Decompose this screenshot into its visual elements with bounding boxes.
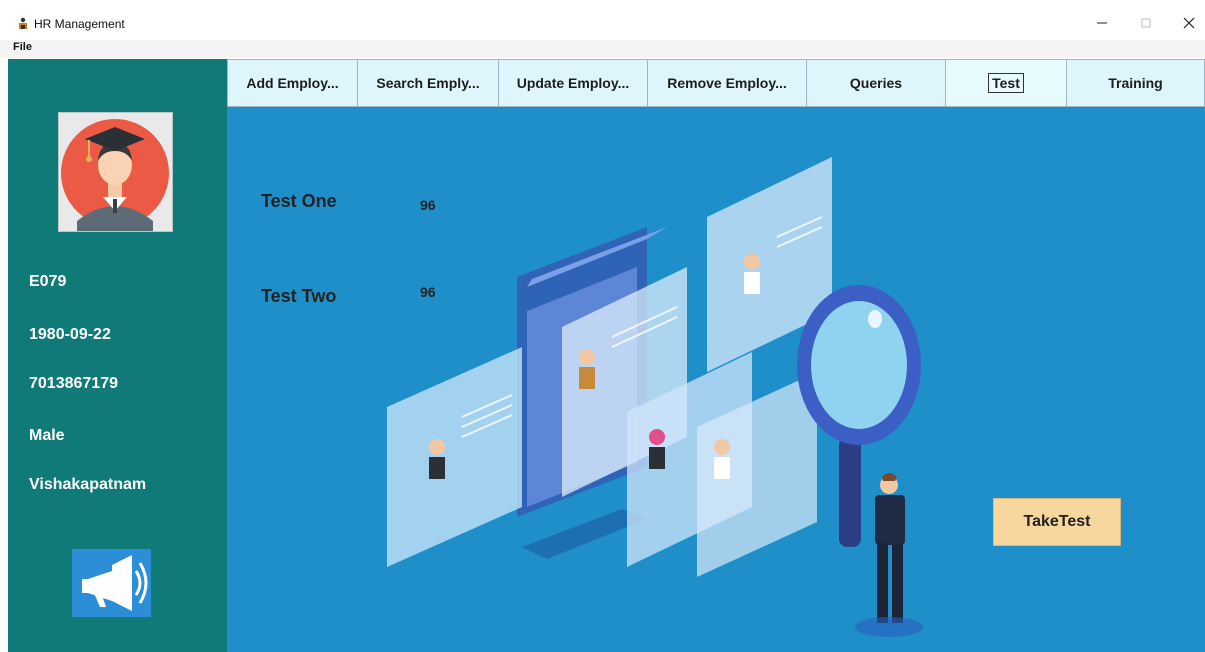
title-bar: HR Management: [0, 0, 1205, 40]
graduate-avatar-icon: [61, 119, 169, 231]
employee-phone: 7013867179: [29, 375, 118, 392]
tab-test[interactable]: Test: [945, 59, 1067, 107]
announcement-button[interactable]: [72, 549, 151, 617]
window-title: HR Management: [34, 17, 125, 31]
minimize-icon: [1097, 22, 1107, 24]
tab-add-employee[interactable]: Add Employ...: [227, 59, 358, 107]
main-panel: Test One 96 Test Two 96 TakeTest: [227, 107, 1205, 652]
minimize-button[interactable]: [1087, 12, 1117, 34]
megaphone-icon: [82, 555, 148, 611]
close-icon: [1183, 17, 1195, 29]
take-test-button[interactable]: TakeTest: [993, 498, 1121, 546]
sidebar: E079 1980-09-22 7013867179 Male Vishakap…: [8, 59, 227, 652]
close-button[interactable]: [1174, 12, 1204, 34]
employee-id: E079: [29, 273, 67, 290]
employee-dob: 1980-09-22: [29, 326, 111, 343]
test-one-score: 96: [420, 197, 436, 213]
recruitment-illustration: [227, 107, 1205, 652]
test-two-label: Test Two: [261, 286, 337, 306]
test-two-score: 96: [420, 284, 436, 300]
tab-training[interactable]: Training: [1066, 59, 1205, 107]
employee-gender: Male: [29, 427, 65, 444]
menu-bar: File: [0, 40, 1205, 58]
menu-file[interactable]: File: [13, 41, 32, 53]
maximize-button[interactable]: [1131, 12, 1161, 34]
employee-city: Vishakapatnam: [29, 476, 147, 493]
nav-toolbar: Add Employ... Search Emply... Update Emp…: [227, 59, 1205, 107]
tab-remove-employee[interactable]: Remove Employ...: [647, 59, 807, 107]
avatar: [58, 112, 173, 232]
tab-update-employee[interactable]: Update Employ...: [498, 59, 648, 107]
tab-queries[interactable]: Queries: [806, 59, 946, 107]
tab-search-employee[interactable]: Search Emply...: [357, 59, 499, 107]
app-icon: [19, 17, 27, 29]
maximize-icon: [1141, 18, 1151, 28]
test-one-label: Test One: [261, 191, 337, 211]
